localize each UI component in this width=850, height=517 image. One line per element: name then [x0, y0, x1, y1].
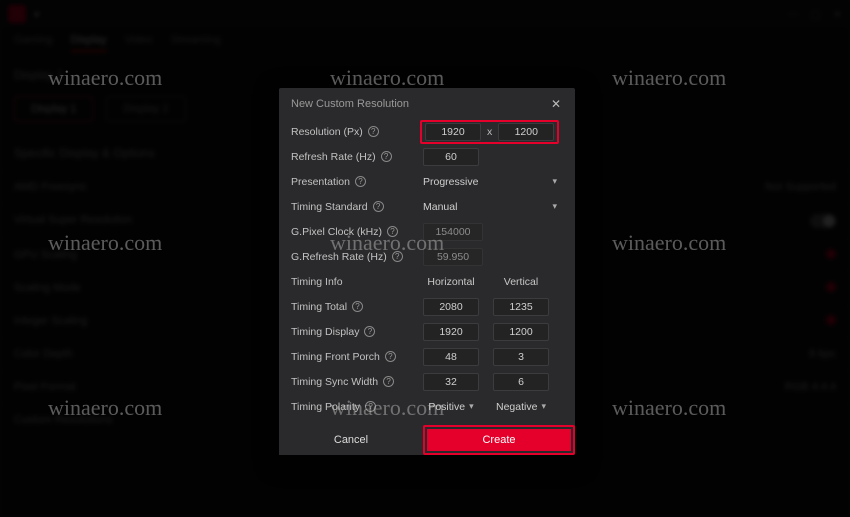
help-icon[interactable]: ? — [365, 401, 376, 412]
resolution-height-input[interactable] — [498, 123, 554, 141]
help-icon[interactable]: ? — [368, 126, 379, 137]
col-vertical: Vertical — [493, 276, 549, 288]
refresh-rate-input[interactable] — [423, 148, 479, 166]
pixel-clock-field — [423, 223, 483, 241]
front-porch-v-input[interactable] — [493, 348, 549, 366]
chevron-down-icon: ▾ — [541, 401, 546, 412]
cancel-button[interactable]: Cancel — [279, 425, 423, 455]
sync-width-v-input[interactable] — [493, 373, 549, 391]
chevron-down-icon: ▾ — [469, 401, 474, 412]
close-icon[interactable]: ✕ — [549, 97, 563, 111]
help-icon[interactable]: ? — [355, 176, 366, 187]
col-horizontal: Horizontal — [423, 276, 479, 288]
polarity-v-select[interactable]: Negative▾ — [493, 401, 549, 413]
timing-total-h-input[interactable] — [423, 298, 479, 316]
custom-resolution-modal: New Custom Resolution ✕ Resolution (Px) … — [279, 88, 575, 455]
label-presentation: Presentation — [291, 176, 350, 188]
front-porch-h-input[interactable] — [423, 348, 479, 366]
label-pixel-clock: G.Pixel Clock (kHz) — [291, 226, 382, 238]
polarity-h-select[interactable]: Positive▾ — [423, 401, 479, 413]
chevron-down-icon: ▾ — [552, 176, 557, 187]
presentation-select[interactable]: Progressive ▾ — [423, 176, 563, 188]
resolution-width-input[interactable] — [425, 123, 481, 141]
label-sync-width: Timing Sync Width — [291, 376, 378, 388]
timing-standard-select[interactable]: Manual ▾ — [423, 201, 563, 213]
g-refresh-field — [423, 248, 483, 266]
label-refresh: Refresh Rate (Hz) — [291, 151, 376, 163]
help-icon[interactable]: ? — [352, 301, 363, 312]
modal-title: New Custom Resolution — [291, 98, 409, 110]
help-icon[interactable]: ? — [392, 251, 403, 262]
help-icon[interactable]: ? — [383, 376, 394, 387]
label-resolution: Resolution (Px) — [291, 126, 363, 138]
label-timing-standard: Timing Standard — [291, 201, 368, 213]
create-button[interactable]: Create — [427, 429, 571, 451]
timing-display-v-input[interactable] — [493, 323, 549, 341]
label-timing-info: Timing Info — [291, 276, 343, 288]
help-icon[interactable]: ? — [381, 151, 392, 162]
help-icon[interactable]: ? — [364, 326, 375, 337]
resolution-highlight: x — [420, 120, 559, 144]
label-polarity: Timing Polarity — [291, 401, 360, 413]
sync-width-h-input[interactable] — [423, 373, 479, 391]
label-timing-display: Timing Display — [291, 326, 359, 338]
help-icon[interactable]: ? — [373, 201, 384, 212]
label-g-refresh: G.Refresh Rate (Hz) — [291, 251, 387, 263]
help-icon[interactable]: ? — [385, 351, 396, 362]
timing-total-v-input[interactable] — [493, 298, 549, 316]
label-timing-total: Timing Total — [291, 301, 347, 313]
help-icon[interactable]: ? — [387, 226, 398, 237]
create-button-highlight: Create — [423, 425, 575, 455]
chevron-down-icon: ▾ — [552, 201, 557, 212]
label-front-porch: Timing Front Porch — [291, 351, 380, 363]
timing-display-h-input[interactable] — [423, 323, 479, 341]
resolution-separator: x — [487, 126, 492, 138]
